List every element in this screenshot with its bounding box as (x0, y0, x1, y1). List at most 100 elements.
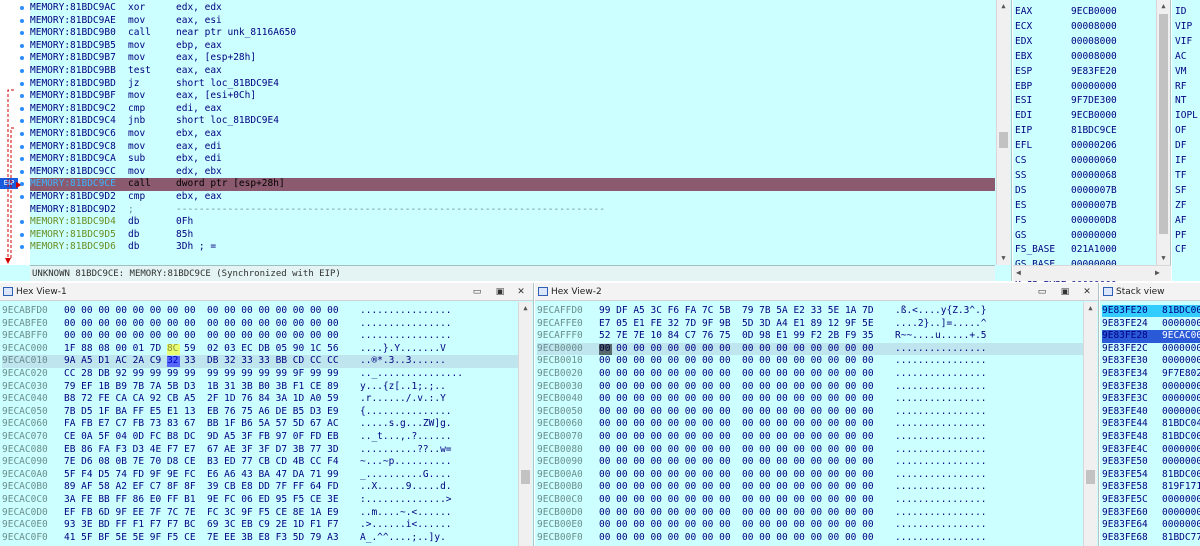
stack-row[interactable]: 9E83FE44 81BDC040 (1102, 418, 1200, 430)
breakpoint-dot[interactable] (20, 169, 24, 174)
register-value[interactable]: 81BDC9CE (1071, 125, 1117, 136)
hex-bytes[interactable]: 9A A5 D1 AC 2A C9 32 33 DB 32 33 33 BB C… (64, 355, 360, 367)
hex-ascii[interactable]: ~...~p.......... (360, 456, 452, 468)
hex-ascii[interactable]: ..®*.3..3...... (360, 355, 446, 367)
hex-row[interactable]: 9ECB0050 00 00 00 00 00 00 00 00 00 00 00… (537, 406, 987, 418)
hex-ascii[interactable]: .ß.<....y{Z.3^.} (895, 305, 987, 317)
flag-name[interactable]: IF (1175, 153, 1186, 168)
stack-value[interactable]: 00000000 (1162, 318, 1200, 329)
hex-bytes[interactable]: 41 5F BF 5E 5E 9F F5 CE 7E EE 3B E8 F3 5… (64, 532, 360, 544)
flag-name[interactable]: NT (1175, 93, 1186, 108)
scroll-right-icon[interactable]: ▶ (1155, 268, 1160, 277)
hex-row[interactable]: 9ECAC0D0 EF FB 6D 9F EE 7F 7C 7E FC 3C 9F… (2, 507, 452, 519)
registers-scrollbar[interactable]: ▲ ▼ (1156, 0, 1170, 265)
stack-value[interactable]: 00000000 (1162, 444, 1200, 455)
register-value[interactable]: 00000000 (1071, 230, 1117, 241)
hex-ascii[interactable]: .._............... (360, 368, 463, 380)
hex-ascii[interactable]: ....2}..]=.....^ (895, 318, 987, 330)
registers-hscrollbar[interactable]: ◀ ▶ (1013, 265, 1171, 281)
register-value[interactable]: 0000007B (1071, 200, 1117, 211)
code-line[interactable]: MEMORY:81BDC9B7 mov eax, [esp+28h] (30, 52, 995, 65)
flag-name[interactable]: ID (1175, 4, 1186, 19)
register-value[interactable]: 0000007B (1071, 185, 1117, 196)
hex-ascii[interactable]: ................ (895, 494, 987, 506)
code-line[interactable]: MEMORY:81BDC9D4 db 0Fh (30, 216, 995, 229)
hex-row[interactable]: 9ECAC010 9A A5 D1 AC 2A C9 32 33 DB 32 33… (2, 355, 518, 368)
hex-ascii[interactable]: .>......i<...... (360, 519, 452, 531)
code-line[interactable]: MEMORY:81BDC9CA sub ebx, edi (30, 153, 995, 166)
hex-bytes[interactable]: FA FB E7 C7 FB 73 83 67 BB 1F B6 5A 57 5… (64, 418, 360, 430)
register-row[interactable]: EFL 00000206 (1015, 138, 1165, 153)
breakpoint-dot[interactable] (20, 18, 24, 23)
hex-bytes[interactable]: 00 00 00 00 00 00 00 00 00 00 00 00 00 0… (599, 355, 895, 367)
hex-row[interactable]: 9ECABFF0 00 00 00 00 00 00 00 00 00 00 00… (2, 330, 452, 342)
stack-view-content[interactable]: 9E83FE2081BDC0049E83FE24000000009E83FE28… (1100, 305, 1200, 546)
hex-row[interactable]: 9ECB0030 00 00 00 00 00 00 00 00 00 00 00… (537, 381, 987, 393)
stack-row[interactable]: 9E83FE54 81BDC007 (1102, 469, 1200, 481)
code-line[interactable]: MEMORY:81BDC9B5 mov ebp, eax (30, 40, 995, 53)
hex-row[interactable]: 9ECAC020 CC 28 DB 92 99 99 99 99 99 99 99… (2, 368, 463, 380)
register-value[interactable]: 9F7DE300 (1071, 95, 1117, 106)
flag-name[interactable]: AF (1175, 213, 1186, 228)
stack-value[interactable]: 00000000 (1162, 456, 1200, 467)
stack-value[interactable]: 81BDC00F (1162, 431, 1200, 442)
disassembly-scrollbar[interactable]: ▲ ▼ (996, 0, 1010, 265)
flag-name[interactable]: TF (1175, 168, 1186, 183)
code-line[interactable]: MEMORY:81BDC9D2 cmp ebx, eax (30, 191, 995, 204)
register-row[interactable]: CS 00000060 (1015, 153, 1165, 168)
hex-bytes[interactable]: B8 72 FE CA CA 92 CB A5 2F 1D 76 84 3A 1… (64, 393, 360, 405)
registers-view[interactable]: EAX 9ECB0000 ECX 00008000 EDX 00008000 EBX 0000… (1013, 0, 1171, 285)
hex-bytes[interactable]: 00 00 00 00 00 00 00 00 00 00 00 00 00 0… (64, 318, 360, 330)
hex-ascii[interactable]: ..X.....9.....d. (360, 481, 452, 493)
register-row[interactable]: FS 000000D8 (1015, 213, 1165, 228)
register-value[interactable]: 00008000 (1071, 21, 1117, 32)
hex-ascii[interactable]: ..m....~.<...... (360, 507, 452, 519)
hex-bytes[interactable]: 1F 88 08 00 01 7D 8C 59 02 03 EC DB 05 9… (64, 343, 360, 355)
hex-ascii[interactable]: A_.^^....;..]y. (360, 532, 446, 544)
hex-row[interactable]: 9ECB00A0 00 00 00 00 00 00 00 00 00 00 00… (537, 469, 987, 481)
hex-bytes[interactable]: 00 00 00 00 00 00 00 00 00 00 00 00 00 0… (599, 507, 895, 519)
hex-row[interactable]: 9ECB0060 00 00 00 00 00 00 00 00 00 00 00… (537, 418, 987, 430)
register-row[interactable]: ESI 9F7DE300 (1015, 93, 1165, 108)
hex-ascii[interactable]: ................ (895, 444, 987, 456)
stack-row[interactable]: 9E83FE2C 00000000 (1102, 343, 1200, 355)
hex-bytes[interactable]: EB 86 FA F3 D3 4E F7 E7 67 AE 3F 3F D7 3… (64, 444, 360, 456)
hex-ascii[interactable]: ................ (360, 318, 452, 330)
flags-view[interactable]: ID VIP VIF AC VM RF NT IOPL OF DF IF TF SF ZF AF PF CF (1172, 0, 1200, 281)
hex-ascii[interactable]: :..............> (360, 494, 452, 506)
hex-view-2[interactable]: Hex View-2 ▭ ▣ ✕ 9ECAFFD0 99 DF A5 3C F6 … (535, 283, 1099, 546)
stack-value[interactable]: 00000000 (1162, 343, 1200, 354)
stack-row[interactable]: 9E83FE38 00000002 (1102, 381, 1200, 393)
hex-row[interactable]: 9ECAC080 EB 86 FA F3 D3 4E F7 E7 67 AE 3F… (2, 444, 452, 456)
hex-row[interactable]: 9ECABFE0 00 00 00 00 00 00 00 00 00 00 00… (2, 318, 452, 330)
hex-row[interactable]: 9ECAC0A0 5F F4 D5 74 FD 9F 9E FC E6 A6 43… (2, 469, 452, 481)
stack-row[interactable]: 9E83FE50 00000000 (1102, 456, 1200, 468)
stack-value[interactable]: 00000000 (1162, 393, 1200, 404)
code-line[interactable]: MEMORY:81BDC9AC xor edx, edx (30, 2, 995, 15)
hex-ascii[interactable]: ................ (895, 381, 987, 393)
hex-row[interactable]: 9ECAC0C0 3A FE BB FF 86 E0 FF B1 9E FC 06… (2, 494, 452, 506)
hex-bytes[interactable]: CC 28 DB 92 99 99 99 99 99 99 99 99 99 9… (64, 368, 360, 380)
flag-name[interactable]: SF (1175, 183, 1186, 198)
stack-row[interactable]: 9E83FE60 00000000 (1102, 507, 1200, 519)
hex-ascii[interactable]: ................ (895, 469, 987, 481)
stack-value[interactable]: 00000000 (1162, 406, 1200, 417)
register-value[interactable]: 9ECB0000 (1071, 6, 1117, 17)
hex-bytes[interactable]: 52 7E 7E 10 84 C7 76 75 0D 98 E1 99 F2 2… (599, 330, 895, 342)
scroll-up-icon[interactable]: ▲ (1084, 302, 1097, 314)
stack-row[interactable]: 9E83FE30 00000000 (1102, 355, 1200, 367)
scroll-thumb[interactable] (521, 470, 530, 484)
hex-bytes[interactable]: 7E D6 08 0B 7E 70 D8 CE B3 ED 77 CB CD 4… (64, 456, 360, 468)
hex-row[interactable]: 9ECAC030 79 EF 1B B9 7B 7A 5B D3 1B 31 3B… (2, 381, 446, 393)
hex-ascii[interactable]: y...{z[..1;.;.. (360, 381, 446, 393)
hex-view-1[interactable]: Hex View-1 ▭ ▣ ✕ 9ECABFD0 00 00 00 00 00 … (0, 283, 534, 546)
hex-ascii[interactable]: .....s.g...ZW]g. (360, 418, 452, 430)
stack-row[interactable]: 9E83FE24 00000000 (1102, 318, 1200, 330)
register-row[interactable]: FS_BASE 021A1000 (1015, 242, 1165, 257)
register-value[interactable]: 00000060 (1071, 155, 1117, 166)
register-row[interactable]: EBX 00008000 (1015, 49, 1165, 64)
register-value[interactable]: 00000206 (1071, 140, 1117, 151)
breakpoint-dot[interactable] (20, 144, 24, 149)
minimize-button[interactable]: ▭ (470, 283, 484, 301)
breakpoint-dot[interactable] (20, 69, 24, 73)
